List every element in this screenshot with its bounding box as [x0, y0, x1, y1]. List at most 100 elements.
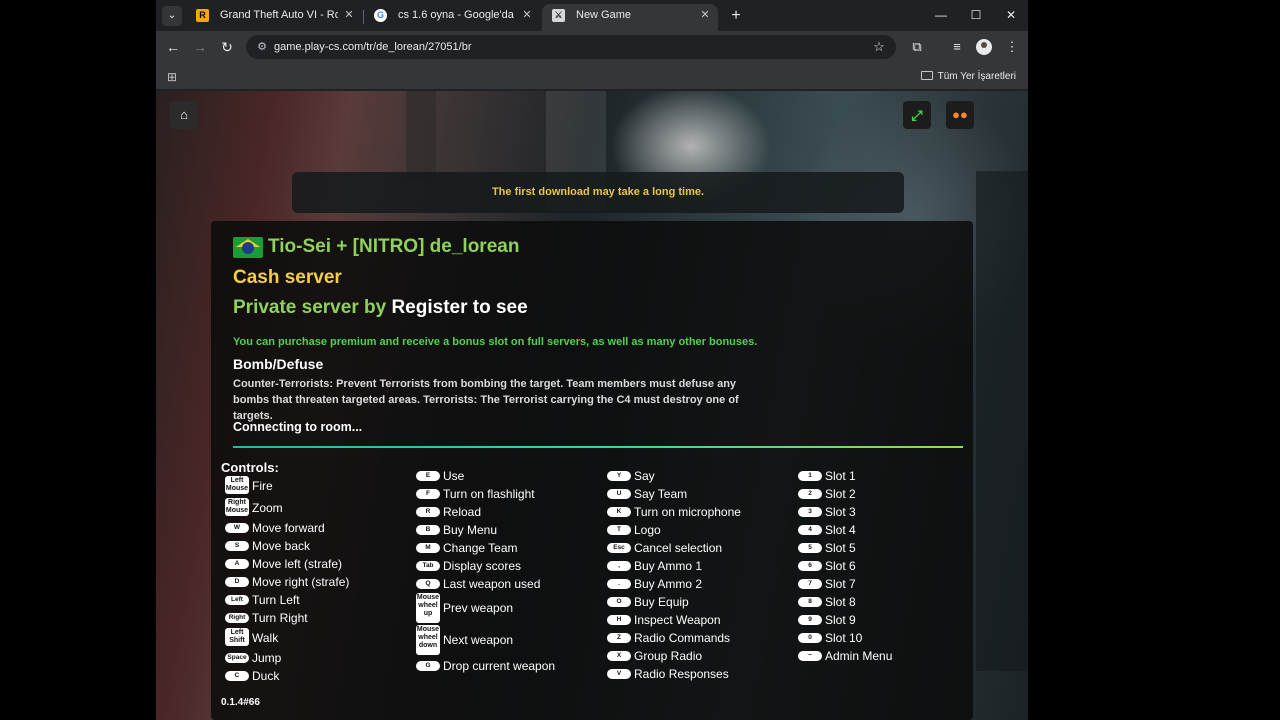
site-info-icon[interactable]: ⚙ — [254, 39, 270, 55]
control-label: Buy Menu — [443, 523, 498, 537]
tab-title: New Game — [576, 9, 632, 21]
key-cap: X — [607, 651, 631, 661]
game-icon: ⚔ — [552, 9, 565, 22]
key-cap: 8 — [798, 597, 822, 607]
control-row: 1 Slot 1 — [796, 467, 981, 485]
control-row: Z Radio Commands — [605, 629, 790, 647]
bookmark-star-icon[interactable]: ☆ — [870, 38, 888, 56]
all-bookmarks-label: Tüm Yer İşaretleri — [937, 71, 1016, 82]
close-tab-icon[interactable]: ✕ — [698, 4, 712, 27]
close-window-icon[interactable]: ✕ — [994, 4, 1028, 26]
control-label: Slot 7 — [825, 577, 856, 591]
key-cap: A — [225, 559, 249, 569]
key-cap: B — [416, 525, 440, 535]
control-row: X Group Radio — [605, 647, 790, 665]
control-label: Slot 3 — [825, 505, 856, 519]
key-cap: 5 — [798, 543, 822, 553]
control-row: Left Mouse Fire — [223, 475, 408, 497]
control-row: 5 Slot 5 — [796, 539, 981, 557]
control-label: Buy Ammo 2 — [634, 577, 703, 591]
control-label: Move left (strafe) — [252, 557, 343, 571]
forward-icon[interactable]: → — [190, 37, 210, 57]
maximize-icon[interactable]: ☐ — [959, 4, 993, 26]
control-label: Slot 1 — [825, 469, 856, 483]
key-cap: G — [416, 661, 440, 671]
control-label: Logo — [634, 523, 661, 537]
profile-avatar[interactable] — [976, 39, 992, 55]
control-label: Slot 6 — [825, 559, 856, 573]
control-label: Admin Menu — [825, 649, 893, 663]
control-label: Turn on microphone — [634, 505, 741, 519]
control-row: W Move forward — [223, 519, 408, 537]
control-label: Turn Left — [252, 593, 300, 607]
brazil-flag-icon — [233, 237, 263, 258]
control-row: 6 Slot 6 — [796, 557, 981, 575]
close-tab-icon[interactable]: ✕ — [342, 4, 356, 27]
controls-column-4: 1 Slot 1 2 Slot 2 3 Slot 3 4 Slot 4 5 Slot 5 … — [796, 467, 981, 665]
tab-strip: ⌄ R Grand Theft Auto VI - Rockstar ✕ G c… — [156, 0, 1028, 31]
control-label: Slot 2 — [825, 487, 856, 501]
new-tab-icon[interactable]: + — [726, 6, 746, 26]
media-controls-icon[interactable]: ≡ — [947, 37, 967, 57]
key-cap: U — [607, 489, 631, 499]
tab-google[interactable]: G cs 1.6 oyna - Google'da Ara ✕ — [364, 4, 540, 31]
key-cap: H — [607, 615, 631, 625]
key-cap: ~ — [798, 651, 822, 661]
control-row: Space Jump — [223, 649, 408, 667]
control-label: Slot 10 — [825, 631, 863, 645]
key-cap: Mouse wheel up — [416, 593, 440, 623]
tab-title: Grand Theft Auto VI - Rockstar — [220, 9, 338, 21]
key-cap: W — [225, 523, 249, 533]
extensions-icon[interactable]: ⧉ — [907, 37, 927, 57]
control-row: 3 Slot 3 — [796, 503, 981, 521]
back-icon[interactable]: ← — [163, 37, 183, 57]
home-button[interactable]: ⌂ — [170, 101, 198, 129]
address-bar[interactable]: ⚙ game.play-cs.com/tr/de_lorean/27051/br… — [246, 35, 896, 59]
premium-info[interactable]: You can purchase premium and receive a b… — [233, 336, 757, 348]
menu-kebab-icon[interactable]: ⋮ — [1002, 37, 1022, 57]
game-mode-title: Bomb/Defuse — [233, 356, 324, 372]
tab-gta[interactable]: R Grand Theft Auto VI - Rockstar ✕ — [186, 4, 362, 31]
control-row: F Turn on flashlight — [414, 485, 599, 503]
control-row: H Inspect Weapon — [605, 611, 790, 629]
players-icon[interactable]: ●● — [946, 101, 974, 129]
tab-search-icon[interactable]: ⌄ — [162, 6, 182, 26]
connecting-status: Connecting to room... — [233, 420, 363, 434]
control-label: Say Team — [634, 487, 688, 501]
control-label: Fire — [252, 479, 273, 493]
control-row: 0 Slot 10 — [796, 629, 981, 647]
control-row: 8 Slot 8 — [796, 593, 981, 611]
key-cap: C — [225, 671, 249, 681]
control-label: Next weapon — [443, 633, 514, 647]
control-row: 4 Slot 4 — [796, 521, 981, 539]
control-row: ~ Admin Menu — [796, 647, 981, 665]
control-row: U Say Team — [605, 485, 790, 503]
key-cap: 2 — [798, 489, 822, 499]
control-row: Y Say — [605, 467, 790, 485]
control-label: Slot 8 — [825, 595, 856, 609]
game-viewport[interactable]: ⌂ ⤢ ●● The first download may take a lon… — [156, 91, 1028, 720]
control-row: V Radio Responses — [605, 665, 790, 683]
minimize-icon[interactable]: — — [924, 4, 958, 26]
control-label: Zoom — [252, 501, 283, 515]
key-cap: R — [416, 507, 440, 517]
control-row: Esc Cancel selection — [605, 539, 790, 557]
control-label: Use — [443, 469, 465, 483]
key-cap: 6 — [798, 561, 822, 571]
key-cap: 9 — [798, 615, 822, 625]
key-cap: F — [416, 489, 440, 499]
close-tab-icon[interactable]: ✕ — [520, 4, 534, 27]
control-row: A Move left (strafe) — [223, 555, 408, 573]
reload-icon[interactable]: ↻ — [217, 37, 237, 57]
key-cap: K — [607, 507, 631, 517]
tab-new-game[interactable]: ⚔ New Game ✕ — [542, 4, 718, 31]
server-info-panel: Tio-Sei + [NITRO] de_lorean Cash server … — [211, 221, 973, 720]
key-cap: , — [607, 561, 631, 571]
key-cap: T — [607, 525, 631, 535]
register-link[interactable]: Register to see — [391, 297, 527, 318]
fullscreen-icon[interactable]: ⤢ — [903, 101, 931, 129]
control-row: Mouse wheel down Next weapon — [414, 625, 599, 657]
all-bookmarks-folder[interactable]: Tüm Yer İşaretleri — [920, 68, 1016, 86]
url-text[interactable]: game.play-cs.com/tr/de_lorean/27051/br — [274, 35, 472, 59]
apps-grid-icon[interactable]: ⊞ — [164, 69, 180, 85]
